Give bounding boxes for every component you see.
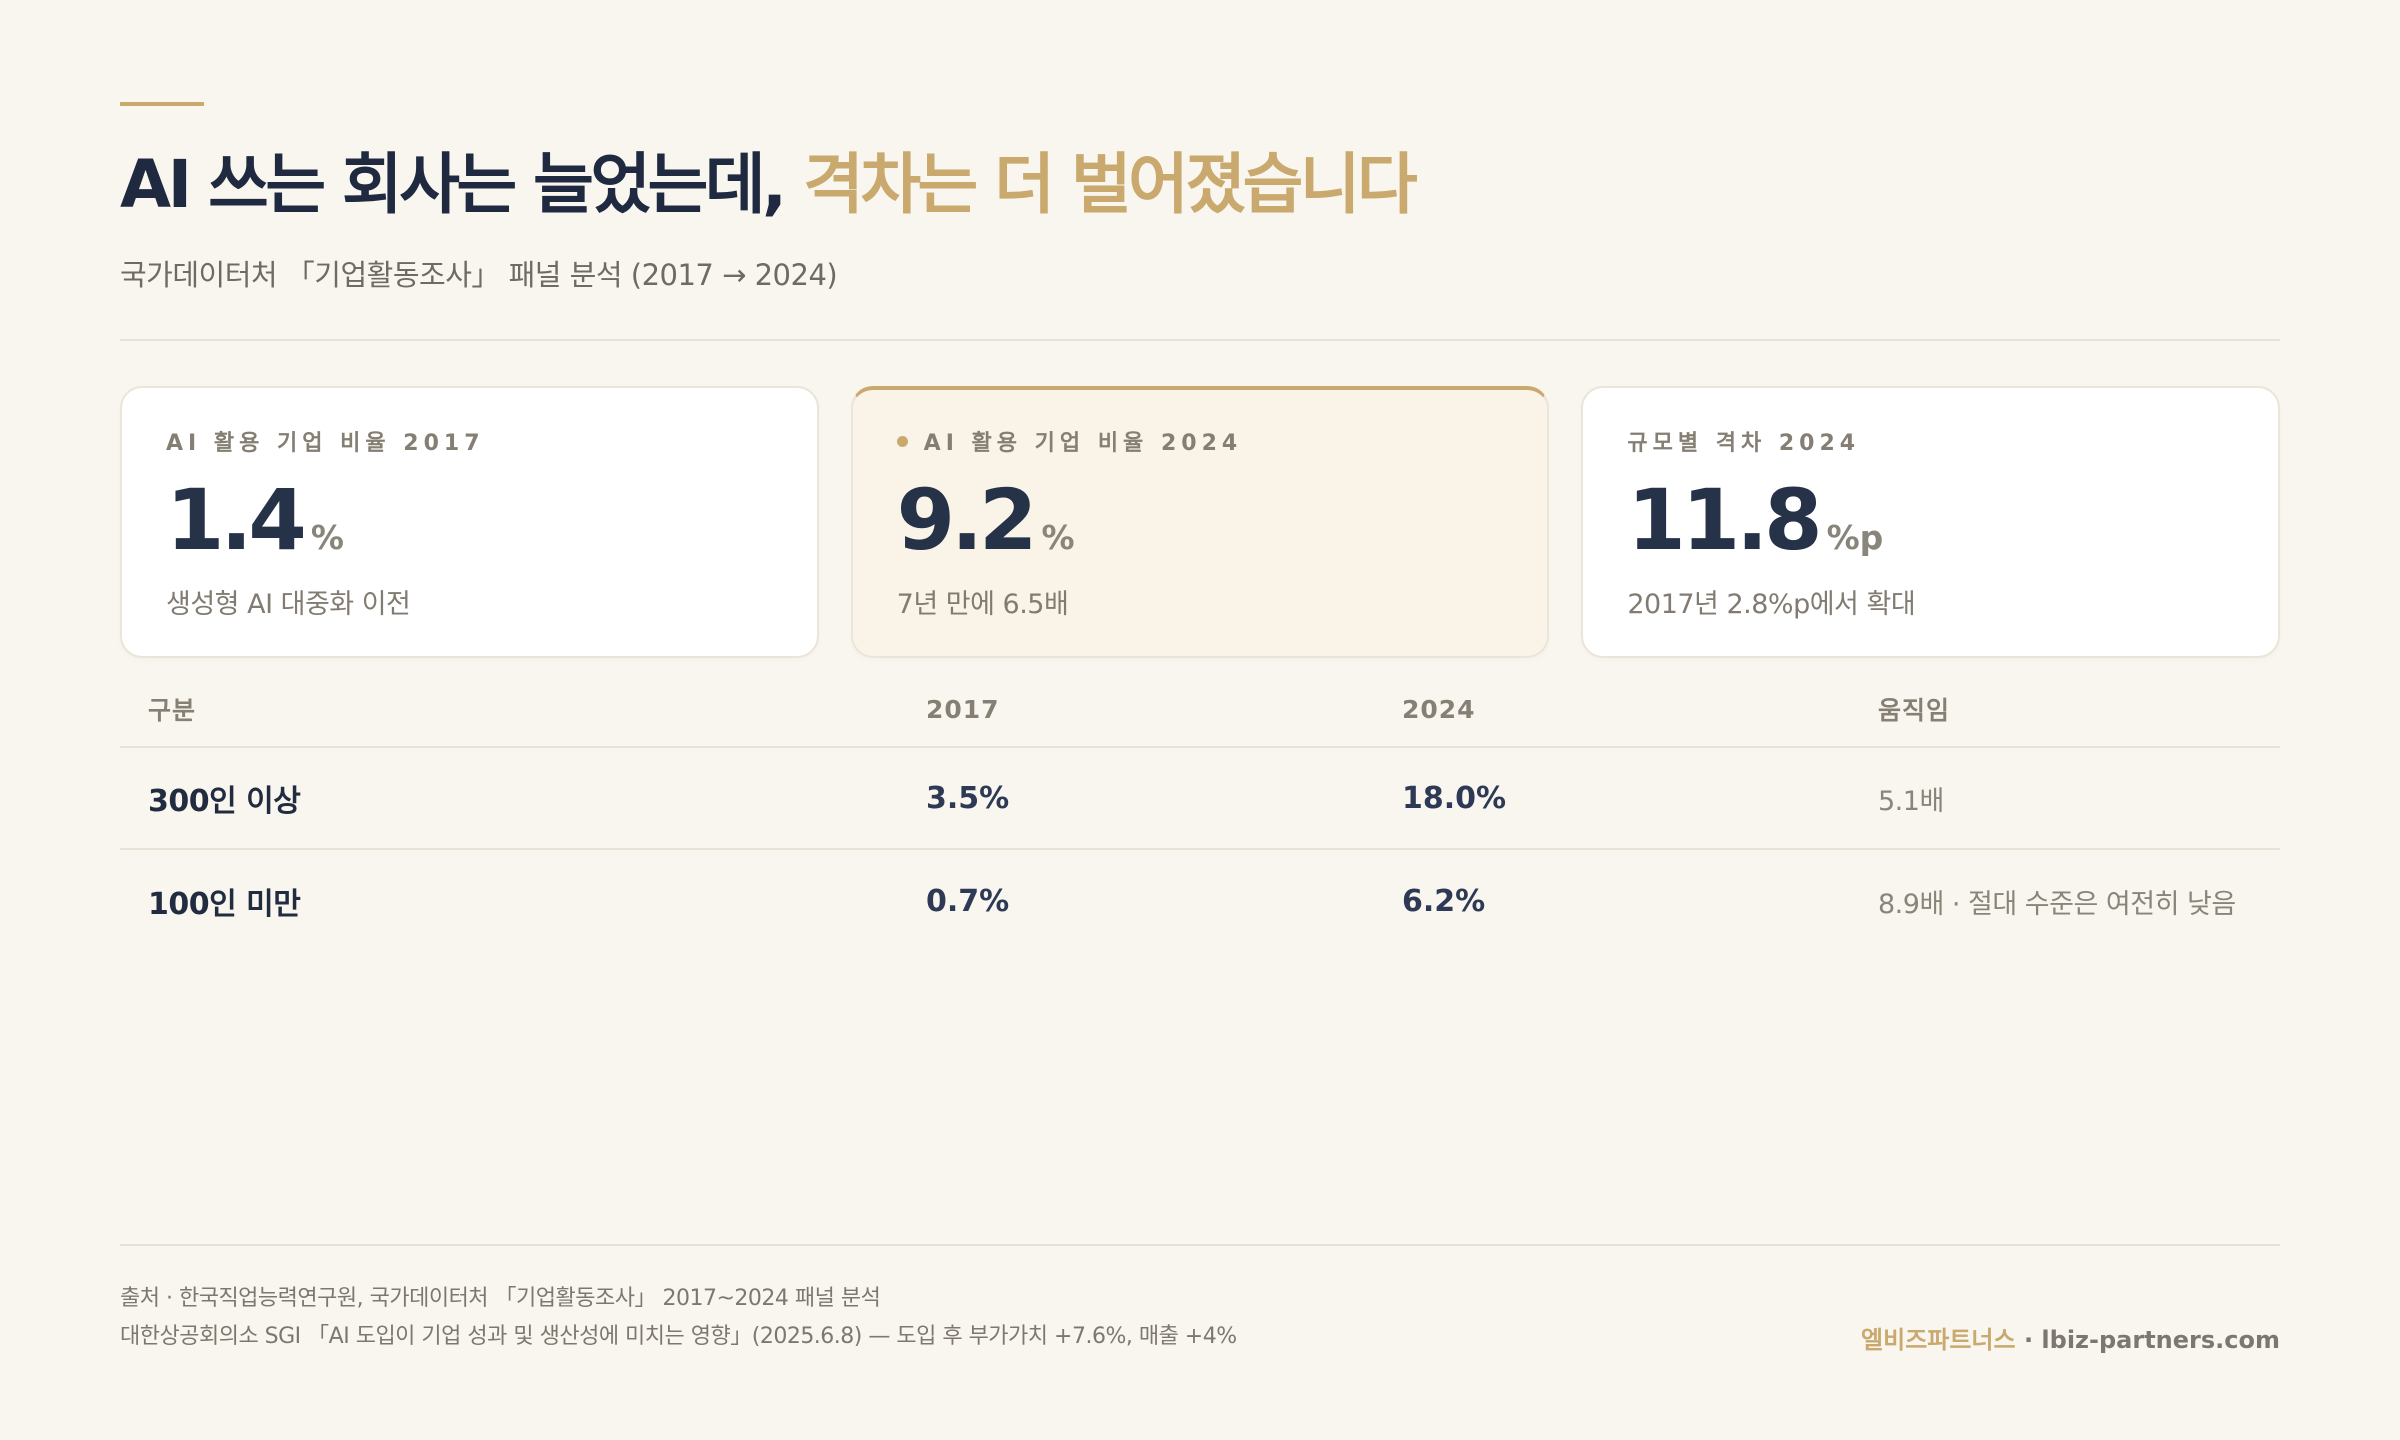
source-line: 대한상공회의소 SGI 「AI 도입이 기업 성과 및 생산성에 미치는 영향」… bbox=[120, 1324, 1237, 1349]
table-cell-2024: 18.0% bbox=[1402, 780, 1507, 816]
table-cell-2017: 3.5% bbox=[926, 780, 1010, 816]
table-cell-change: 5.1배 bbox=[1878, 785, 1944, 817]
table-cell-2017: 0.7% bbox=[926, 883, 1010, 919]
stat-card-value: 11.8 bbox=[1627, 471, 1822, 569]
column-header: 2024 bbox=[1402, 694, 1476, 724]
footer-sources: 출처 · 한국직업능력연구원, 국가데이터처 「기업활동조사」 2017~202… bbox=[120, 1280, 1237, 1356]
brand-name: 엘비즈파트너스 bbox=[1861, 1326, 2016, 1354]
table-row: 100인 미만 0.7% 6.2% 8.9배 · 절대 수준은 여전히 낮음 bbox=[120, 850, 2280, 952]
table-cell-category: 300인 이상 bbox=[148, 784, 301, 819]
stat-card-value: 9.2 bbox=[896, 471, 1038, 569]
table-cell-category: 100인 미만 bbox=[148, 887, 301, 922]
page-title: AI 쓰는 회사는 늘었는데, 격차는 더 벌어졌습니다 bbox=[120, 140, 1418, 230]
stat-card-unit: %p bbox=[1826, 518, 1884, 557]
table-cell-change: 8.9배 · 절대 수준은 여전히 낮음 bbox=[1878, 888, 2236, 920]
table-row: 300인 이상 3.5% 18.0% 5.1배 bbox=[120, 748, 2280, 850]
stat-card-note: 생성형 AI 대중화 이전 bbox=[166, 589, 411, 620]
stat-card-note: 7년 만에 6.5배 bbox=[896, 589, 1069, 620]
stat-card-label: AI 활용 기업 비율 2024 bbox=[923, 431, 1243, 456]
highlight-dot-icon bbox=[896, 435, 908, 447]
stat-card-gap: 규모별 격차 2024 11.8 %p 2017년 2.8%p에서 확대 bbox=[1581, 386, 2281, 658]
stat-card-value-row: 11.8 %p bbox=[1627, 472, 2234, 568]
stat-card-unit: % bbox=[1041, 518, 1075, 557]
stat-card-label: AI 활용 기업 비율 2017 bbox=[166, 431, 485, 456]
stat-card-2017: AI 활용 기업 비율 2017 1.4 % 생성형 AI 대중화 이전 bbox=[120, 386, 819, 658]
column-header: 2017 bbox=[926, 694, 1000, 724]
stat-card-unit: % bbox=[310, 518, 344, 557]
footer-brand: 엘비즈파트너스 · lbiz-partners.com bbox=[1861, 1320, 2280, 1355]
header-divider bbox=[120, 339, 2280, 341]
page-subtitle: 국가데이터처 「기업활동조사」 패널 분석 (2017 → 2024) bbox=[120, 258, 838, 292]
comparison-table: 구분 2017 2024 움직임 300인 이상 3.5% 18.0% 5.1배… bbox=[120, 672, 2280, 952]
stat-card-value: 1.4 bbox=[166, 471, 307, 569]
footer-divider bbox=[120, 1244, 2280, 1246]
title-main: AI 쓰는 회사는 늘었는데, bbox=[120, 146, 804, 223]
stat-card-note: 2017년 2.8%p에서 확대 bbox=[1627, 589, 1916, 620]
column-header: 움직임 bbox=[1878, 696, 1951, 725]
title-accent-bar bbox=[120, 102, 204, 106]
title-highlight: 격차는 더 벌어졌습니다 bbox=[803, 146, 1418, 223]
stat-cards: AI 활용 기업 비율 2017 1.4 % 생성형 AI 대중화 이전 AI … bbox=[120, 386, 2281, 658]
stat-card-label: 규모별 격차 2024 bbox=[1627, 431, 1861, 456]
column-header: 구분 bbox=[148, 696, 197, 725]
stat-card-value-row: 9.2 % bbox=[897, 472, 1504, 568]
brand-url[interactable]: lbiz-partners.com bbox=[2041, 1326, 2280, 1354]
stat-card-value-row: 1.4 % bbox=[166, 472, 773, 568]
brand-separator: · bbox=[2015, 1326, 2042, 1354]
stat-card-2024: AI 활용 기업 비율 2024 9.2 % 7년 만에 6.5배 bbox=[850, 386, 1550, 658]
table-header-row: 구분 2017 2024 움직임 bbox=[120, 672, 2280, 748]
source-line: 출처 · 한국직업능력연구원, 국가데이터처 「기업활동조사」 2017~202… bbox=[120, 1286, 881, 1311]
table-cell-2024: 6.2% bbox=[1402, 883, 1486, 919]
stat-card-label-row: AI 활용 기업 비율 2024 bbox=[896, 426, 1504, 456]
